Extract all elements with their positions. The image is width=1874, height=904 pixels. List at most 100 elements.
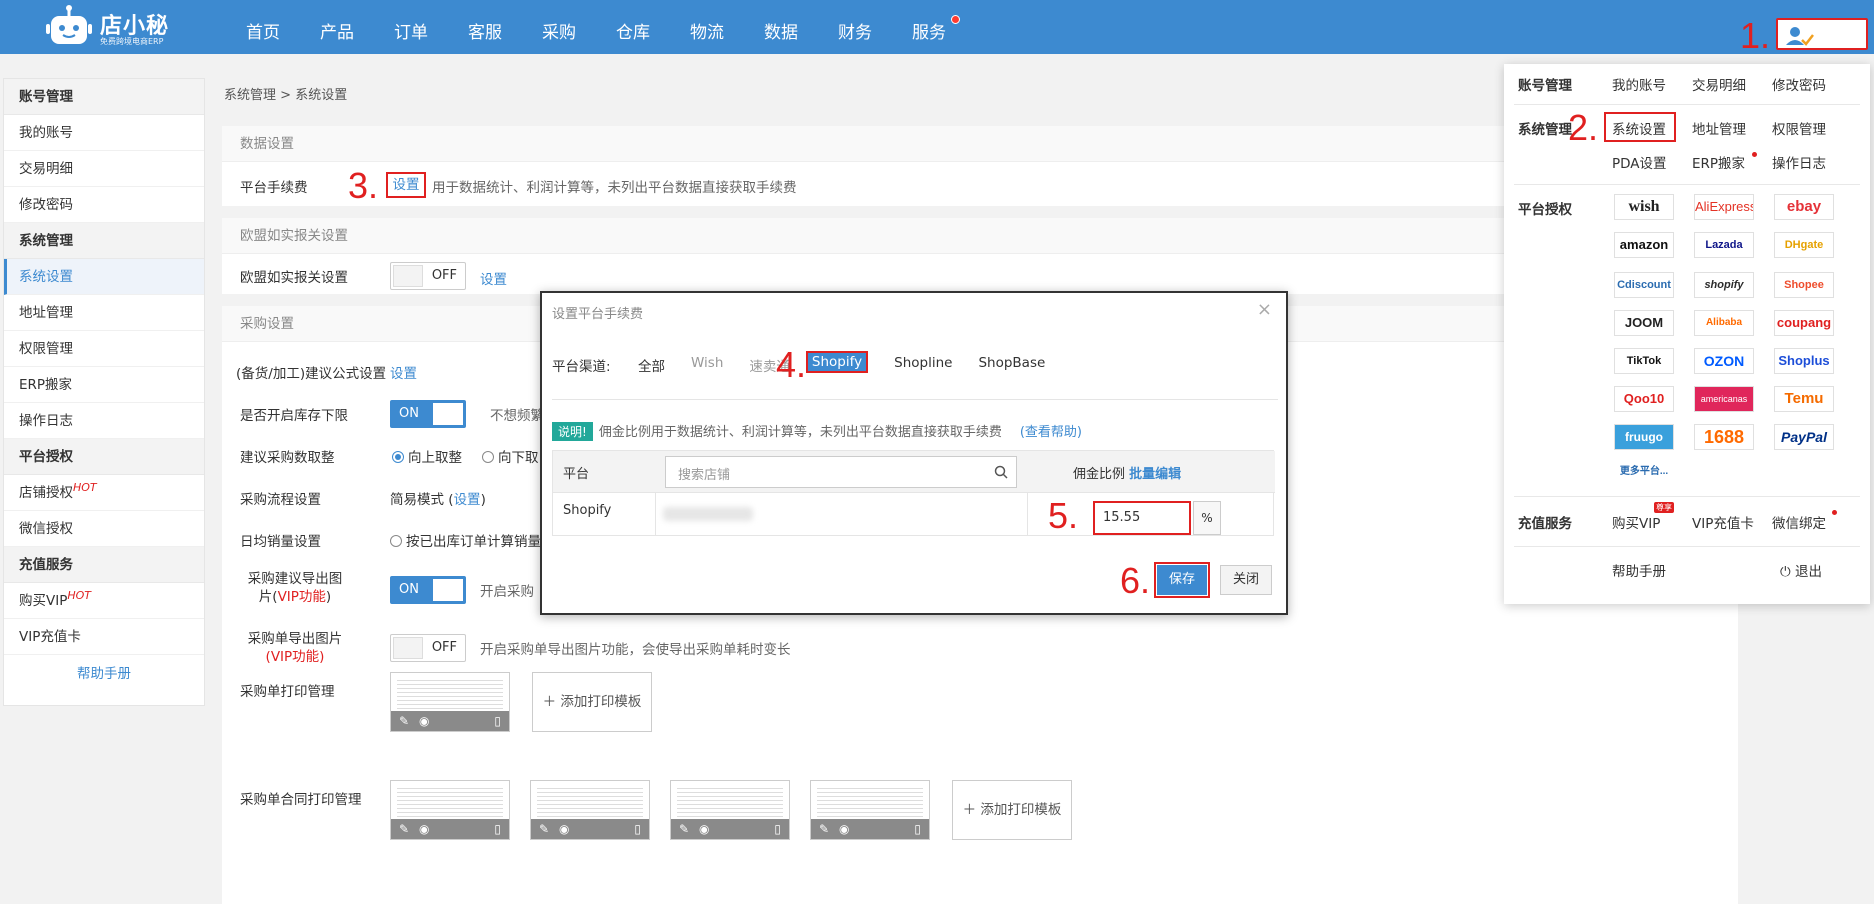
dd-system-settings[interactable]: 系统设置 bbox=[1612, 118, 1666, 138]
platform-lazada[interactable]: Lazada bbox=[1694, 232, 1754, 258]
edit-icon[interactable]: ✎ bbox=[539, 822, 549, 836]
sidebar-item-erp-migration[interactable]: ERP搬家 bbox=[4, 367, 204, 403]
breadcrumb-parent[interactable]: 系统管理 bbox=[224, 88, 276, 103]
platform-qoo10[interactable]: Qoo10 bbox=[1614, 386, 1674, 412]
platform-fee-set-link[interactable]: 设置 bbox=[386, 172, 426, 198]
platform-alibaba[interactable]: Alibaba bbox=[1694, 310, 1754, 336]
commission-rate-input[interactable]: 15.55 bbox=[1093, 501, 1191, 535]
save-button[interactable]: 保存 bbox=[1154, 562, 1210, 598]
logo[interactable]: 店小秘 免费跨境电商ERP bbox=[46, 2, 186, 50]
platform-americanas[interactable]: americanas bbox=[1694, 386, 1754, 412]
platform-aliexpress[interactable]: AliExpress bbox=[1694, 194, 1754, 220]
search-icon[interactable] bbox=[994, 465, 1008, 479]
user-menu-button[interactable] bbox=[1776, 18, 1868, 50]
stock-limit-toggle[interactable]: ON bbox=[390, 400, 466, 428]
channel-tab-all[interactable]: 全部 bbox=[638, 355, 665, 375]
store-search-input[interactable]: 搜索店铺 bbox=[665, 456, 1017, 488]
nav-finance[interactable]: 财务 bbox=[818, 0, 892, 54]
eu-settings-link[interactable]: 设置 bbox=[480, 268, 507, 288]
sidebar-item-wechat-auth[interactable]: 微信授权 bbox=[4, 511, 204, 547]
dd-change-password[interactable]: 修改密码 bbox=[1772, 74, 1826, 94]
contract-template-thumb[interactable]: ✎ ◉ ▯ bbox=[390, 780, 510, 840]
dd-my-account[interactable]: 我的账号 bbox=[1612, 74, 1666, 94]
delete-icon[interactable]: ▯ bbox=[634, 822, 641, 836]
nav-data[interactable]: 数据 bbox=[744, 0, 818, 54]
platform-paypal[interactable]: PayPal bbox=[1774, 424, 1834, 450]
sidebar-item-permissions[interactable]: 权限管理 bbox=[4, 331, 204, 367]
platform-wish[interactable]: wish bbox=[1614, 194, 1674, 220]
platform-ozon[interactable]: OZON bbox=[1694, 348, 1754, 374]
dd-transactions[interactable]: 交易明细 bbox=[1692, 74, 1746, 94]
contract-template-thumb[interactable]: ✎ ◉ ▯ bbox=[810, 780, 930, 840]
nav-customer-service[interactable]: 客服 bbox=[448, 0, 522, 54]
dd-buy-vip[interactable]: 购买VIP bbox=[1612, 512, 1660, 532]
add-print-template-button[interactable]: ＋ 添加打印模板 bbox=[532, 672, 652, 732]
platform-amazon[interactable]: amazon bbox=[1614, 232, 1674, 258]
add-contract-template-button[interactable]: ＋ 添加打印模板 bbox=[952, 780, 1072, 840]
platform-ebay[interactable]: ebay bbox=[1774, 194, 1834, 220]
dd-pda-settings[interactable]: PDA设置 bbox=[1612, 152, 1667, 172]
platform-fruugo[interactable]: fruugo bbox=[1614, 424, 1674, 450]
dd-help[interactable]: 帮助手册 bbox=[1612, 560, 1666, 580]
preview-icon[interactable]: ◉ bbox=[839, 822, 849, 836]
batch-edit-link[interactable]: 批量编辑 bbox=[1129, 467, 1181, 482]
sidebar-item-system-settings[interactable]: 系统设置 bbox=[4, 259, 204, 295]
contract-template-thumb[interactable]: ✎ ◉ ▯ bbox=[670, 780, 790, 840]
dd-operation-log[interactable]: 操作日志 bbox=[1772, 152, 1826, 172]
dd-wechat-bind[interactable]: 微信绑定 bbox=[1772, 512, 1826, 532]
sidebar-item-operation-log[interactable]: 操作日志 bbox=[4, 403, 204, 439]
delete-icon[interactable]: ▯ bbox=[774, 822, 781, 836]
round-up-option[interactable]: 向上取整 bbox=[392, 446, 462, 466]
preview-icon[interactable]: ◉ bbox=[419, 822, 429, 836]
channel-tab-shopline[interactable]: Shopline bbox=[894, 355, 952, 375]
formula-set-link[interactable]: 设置 bbox=[390, 362, 417, 382]
daily-sales-option[interactable]: 按已出库订单计算销量 bbox=[390, 530, 541, 550]
nav-order[interactable]: 订单 bbox=[374, 0, 448, 54]
close-icon[interactable]: × bbox=[1257, 299, 1272, 320]
nav-home[interactable]: 首页 bbox=[226, 0, 300, 54]
platform-more[interactable]: 更多平台... bbox=[1614, 460, 1674, 486]
sidebar-item-my-account[interactable]: 我的账号 bbox=[4, 115, 204, 151]
nav-logistics[interactable]: 物流 bbox=[670, 0, 744, 54]
dd-permissions[interactable]: 权限管理 bbox=[1772, 118, 1826, 138]
order-img-toggle[interactable]: OFF bbox=[390, 634, 466, 662]
help-link[interactable]: (查看帮助) bbox=[1020, 425, 1082, 440]
platform-coupang[interactable]: coupang bbox=[1774, 310, 1834, 336]
nav-product[interactable]: 产品 bbox=[300, 0, 374, 54]
platform-joom[interactable]: JOOM bbox=[1614, 310, 1674, 336]
print-template-thumb[interactable]: ✎ ◉ ▯ bbox=[390, 672, 510, 732]
edit-icon[interactable]: ✎ bbox=[679, 822, 689, 836]
sidebar-item-buy-vip[interactable]: 购买VIPHOT bbox=[4, 583, 204, 619]
channel-tab-wish[interactable]: Wish bbox=[691, 355, 723, 375]
platform-shopify[interactable]: shopify bbox=[1694, 272, 1754, 298]
nav-service[interactable]: 服务 bbox=[892, 0, 966, 54]
delete-icon[interactable]: ▯ bbox=[494, 714, 501, 728]
eu-settings-toggle[interactable]: OFF bbox=[390, 262, 466, 290]
sidebar-item-address[interactable]: 地址管理 bbox=[4, 295, 204, 331]
channel-tab-shopify[interactable]: Shopify bbox=[805, 351, 869, 373]
platform-dhgate[interactable]: DHgate bbox=[1774, 232, 1834, 258]
preview-icon[interactable]: ◉ bbox=[559, 822, 569, 836]
export-img-toggle[interactable]: ON bbox=[390, 576, 466, 604]
edit-icon[interactable]: ✎ bbox=[399, 714, 409, 728]
sidebar-help-link[interactable]: 帮助手册 bbox=[4, 655, 204, 693]
platform-shoplus[interactable]: Shoplus bbox=[1774, 348, 1834, 374]
edit-icon[interactable]: ✎ bbox=[399, 822, 409, 836]
sidebar-item-change-password[interactable]: 修改密码 bbox=[4, 187, 204, 223]
sidebar-item-vip-card[interactable]: VIP充值卡 bbox=[4, 619, 204, 655]
dd-logout[interactable]: ⏻ 退出 bbox=[1780, 560, 1822, 580]
platform-cdiscount[interactable]: Cdiscount bbox=[1614, 272, 1674, 298]
dd-address[interactable]: 地址管理 bbox=[1692, 118, 1746, 138]
dd-erp-migration[interactable]: ERP搬家 bbox=[1692, 152, 1745, 172]
nav-purchase[interactable]: 采购 bbox=[522, 0, 596, 54]
platform-shopee[interactable]: Shopee bbox=[1774, 272, 1834, 298]
contract-template-thumb[interactable]: ✎ ◉ ▯ bbox=[530, 780, 650, 840]
channel-tab-shopbase[interactable]: ShopBase bbox=[978, 355, 1045, 375]
platform-temu[interactable]: Temu bbox=[1774, 386, 1834, 412]
close-button[interactable]: 关闭 bbox=[1220, 565, 1272, 595]
flow-set-link[interactable]: 设置 bbox=[454, 492, 481, 508]
nav-warehouse[interactable]: 仓库 bbox=[596, 0, 670, 54]
delete-icon[interactable]: ▯ bbox=[914, 822, 921, 836]
round-down-option[interactable]: 向下取 bbox=[482, 446, 539, 466]
preview-icon[interactable]: ◉ bbox=[419, 714, 429, 728]
